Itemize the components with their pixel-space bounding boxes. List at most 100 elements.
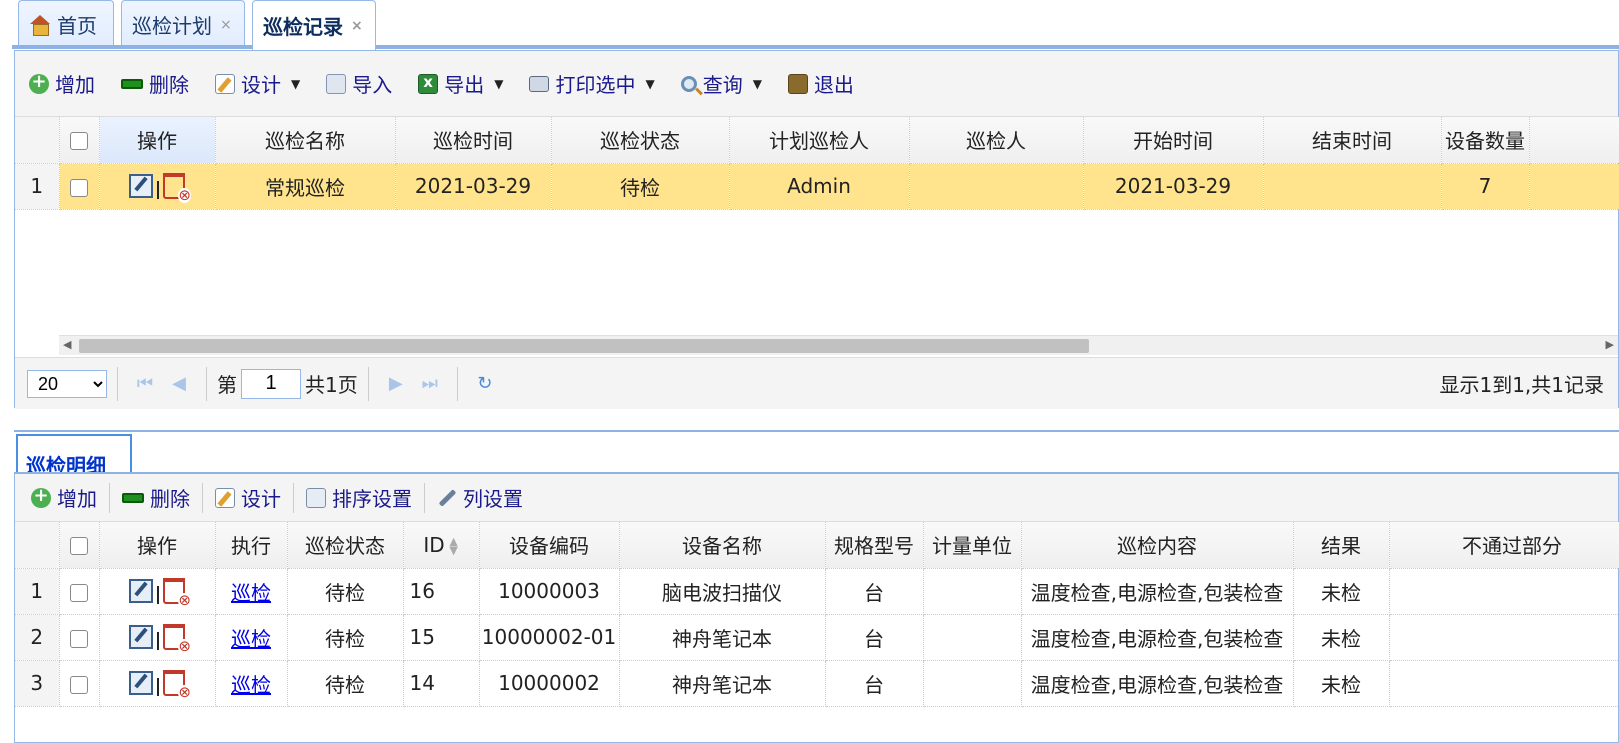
edit-icon[interactable] xyxy=(129,625,153,650)
select-all-checkbox-cell[interactable] xyxy=(59,522,100,569)
trash-icon[interactable] xyxy=(163,670,191,701)
trash-icon[interactable] xyxy=(163,578,191,609)
tab-inspection-detail[interactable]: 巡检明细 xyxy=(16,434,132,478)
column-header[interactable]: 执行 xyxy=(215,522,288,569)
cell-result: 未检 xyxy=(1293,568,1390,615)
trash-icon[interactable] xyxy=(163,173,191,204)
delete-button[interactable]: 删除 xyxy=(121,69,189,98)
row-checkbox[interactable] xyxy=(70,178,88,197)
column-header[interactable]: 巡检内容 xyxy=(1021,522,1294,569)
export-button[interactable]: 导出 ▼ xyxy=(418,69,503,98)
chevron-down-icon[interactable]: ▼ xyxy=(645,77,654,91)
prev-page-icon[interactable]: ◀ xyxy=(162,373,196,394)
column-header[interactable]: 巡检状态 xyxy=(287,522,404,569)
horizontal-scrollbar[interactable]: ◀ ▶ xyxy=(59,335,1618,355)
close-icon[interactable]: × xyxy=(351,18,363,34)
column-header-id[interactable]: ID ▲ ▼ xyxy=(403,522,480,569)
select-all-checkbox-cell[interactable] xyxy=(59,117,100,164)
sort-settings-button[interactable]: 排序设置 xyxy=(306,483,412,512)
column-header[interactable]: 结果 xyxy=(1293,522,1390,569)
column-header[interactable]: 结束时间 xyxy=(1263,117,1442,164)
trash-icon[interactable] xyxy=(163,624,191,655)
table-row[interactable]: 3 巡检 待检 14 10000002 神舟笔记本 台 温度检查,电源检查,包装… xyxy=(15,660,1619,707)
cell-fail xyxy=(1389,568,1619,615)
chevron-down-icon[interactable]: ▼ xyxy=(494,77,503,91)
home-icon xyxy=(29,14,51,36)
cell-exec: 巡检 xyxy=(215,614,288,661)
column-header[interactable]: 规格型号 xyxy=(825,522,924,569)
scroll-right-icon[interactable]: ▶ xyxy=(1606,338,1614,351)
first-page-icon[interactable]: ⏮ xyxy=(128,373,162,394)
exit-door-icon xyxy=(787,73,808,94)
detail-design-button[interactable]: 设计 xyxy=(215,483,281,512)
page-prefix: 第 xyxy=(217,373,237,397)
cell-id: 14 xyxy=(403,660,480,707)
next-page-icon[interactable]: ▶ xyxy=(379,373,413,394)
column-header[interactable]: 巡检人 xyxy=(909,117,1084,164)
row-checkbox-cell[interactable] xyxy=(59,660,100,707)
cell-exec: 巡检 xyxy=(215,568,288,615)
column-header[interactable]: 设备数量 xyxy=(1441,117,1530,164)
column-header[interactable]: 不通过部分 xyxy=(1389,522,1619,569)
column-header[interactable]: 设备编码 xyxy=(479,522,620,569)
table-row[interactable]: 2 巡检 待检 15 10000002-01 神舟笔记本 台 温度检查,电源检查… xyxy=(15,614,1619,661)
tab-inspection-plan[interactable]: 巡检计划 × xyxy=(121,0,245,48)
page-size-select[interactable]: 20 xyxy=(27,369,107,398)
column-header[interactable]: 巡检名称 xyxy=(215,117,396,164)
exit-button[interactable]: 退出 xyxy=(787,69,854,98)
table-row[interactable]: 1 常规巡检 2021-03-29 待检 Admin 2021-03-29 7 xyxy=(15,163,1619,210)
cell-end xyxy=(1263,163,1442,210)
column-header[interactable]: 计划巡检人 xyxy=(729,117,910,164)
pager-separator xyxy=(117,366,118,401)
column-header[interactable]: 设备名称 xyxy=(619,522,826,569)
grid-header-row: 操作 执行 巡检状态 ID ▲ ▼ 设备编码 设备名称 规格型号 计量单位 巡检内容… xyxy=(15,522,1619,569)
column-header[interactable]: 开始时间 xyxy=(1083,117,1264,164)
row-checkbox-cell[interactable] xyxy=(59,568,100,615)
detail-add-button[interactable]: 增加 xyxy=(31,483,97,512)
chevron-down-icon[interactable]: ▼ xyxy=(753,77,762,91)
inspect-link[interactable]: 巡检 xyxy=(231,627,271,651)
cell-device-name: 神舟笔记本 xyxy=(619,614,826,661)
table-row[interactable]: 1 巡检 待检 16 10000003 脑电波扫描仪 台 温度检查,电源检查,包… xyxy=(15,568,1619,615)
chevron-down-icon[interactable]: ▼ xyxy=(291,77,300,91)
query-button[interactable]: 查询 ▼ xyxy=(680,69,762,98)
import-icon xyxy=(326,73,347,94)
select-all-checkbox[interactable] xyxy=(70,132,88,151)
grid-header-row: 操作 巡检名称 巡检时间 巡检状态 计划巡检人 巡检人 开始时间 结束时间 设备… xyxy=(15,117,1619,164)
column-header[interactable]: 巡检状态 xyxy=(551,117,730,164)
row-checkbox-cell[interactable] xyxy=(59,163,100,210)
last-page-icon[interactable]: ⏭ xyxy=(413,373,447,394)
page-number-input[interactable] xyxy=(241,368,301,399)
row-checkbox[interactable] xyxy=(70,675,88,694)
edit-icon[interactable] xyxy=(129,174,153,199)
column-header[interactable]: 计量单位 xyxy=(923,522,1022,569)
column-header[interactable]: 巡检时间 xyxy=(395,117,552,164)
row-checkbox[interactable] xyxy=(70,629,88,648)
tab-home[interactable]: 首页 xyxy=(18,0,114,48)
close-icon[interactable]: × xyxy=(220,17,232,33)
import-button[interactable]: 导入 xyxy=(326,69,392,98)
scroll-left-icon[interactable]: ◀ xyxy=(63,338,71,351)
cell-start: 2021-03-29 xyxy=(1083,163,1264,210)
tab-inspection-record[interactable]: 巡检记录 × xyxy=(252,0,376,50)
select-all-checkbox[interactable] xyxy=(70,537,88,556)
row-checkbox-cell[interactable] xyxy=(59,614,100,661)
refresh-icon[interactable]: ↻ xyxy=(468,373,502,394)
scrollbar-thumb[interactable] xyxy=(79,339,1089,353)
sort-icon[interactable]: ▲ ▼ xyxy=(449,536,459,556)
design-button[interactable]: 设计 ▼ xyxy=(215,69,300,98)
inspect-link[interactable]: 巡检 xyxy=(231,673,271,697)
edit-icon[interactable] xyxy=(129,579,153,604)
column-settings-button[interactable]: 列设置 xyxy=(437,483,523,512)
cell-exec: 巡检 xyxy=(215,660,288,707)
detail-delete-button[interactable]: 删除 xyxy=(122,483,190,512)
edit-icon[interactable] xyxy=(129,671,153,696)
delete-icon xyxy=(122,492,144,503)
add-button[interactable]: 增加 xyxy=(29,69,95,98)
column-settings-label: 列设置 xyxy=(463,487,523,511)
print-button[interactable]: 打印选中 ▼ xyxy=(529,69,655,98)
inspect-link[interactable]: 巡检 xyxy=(231,581,271,605)
exit-label: 退出 xyxy=(813,73,854,97)
row-checkbox[interactable] xyxy=(70,583,88,602)
row-number: 1 xyxy=(15,163,60,210)
